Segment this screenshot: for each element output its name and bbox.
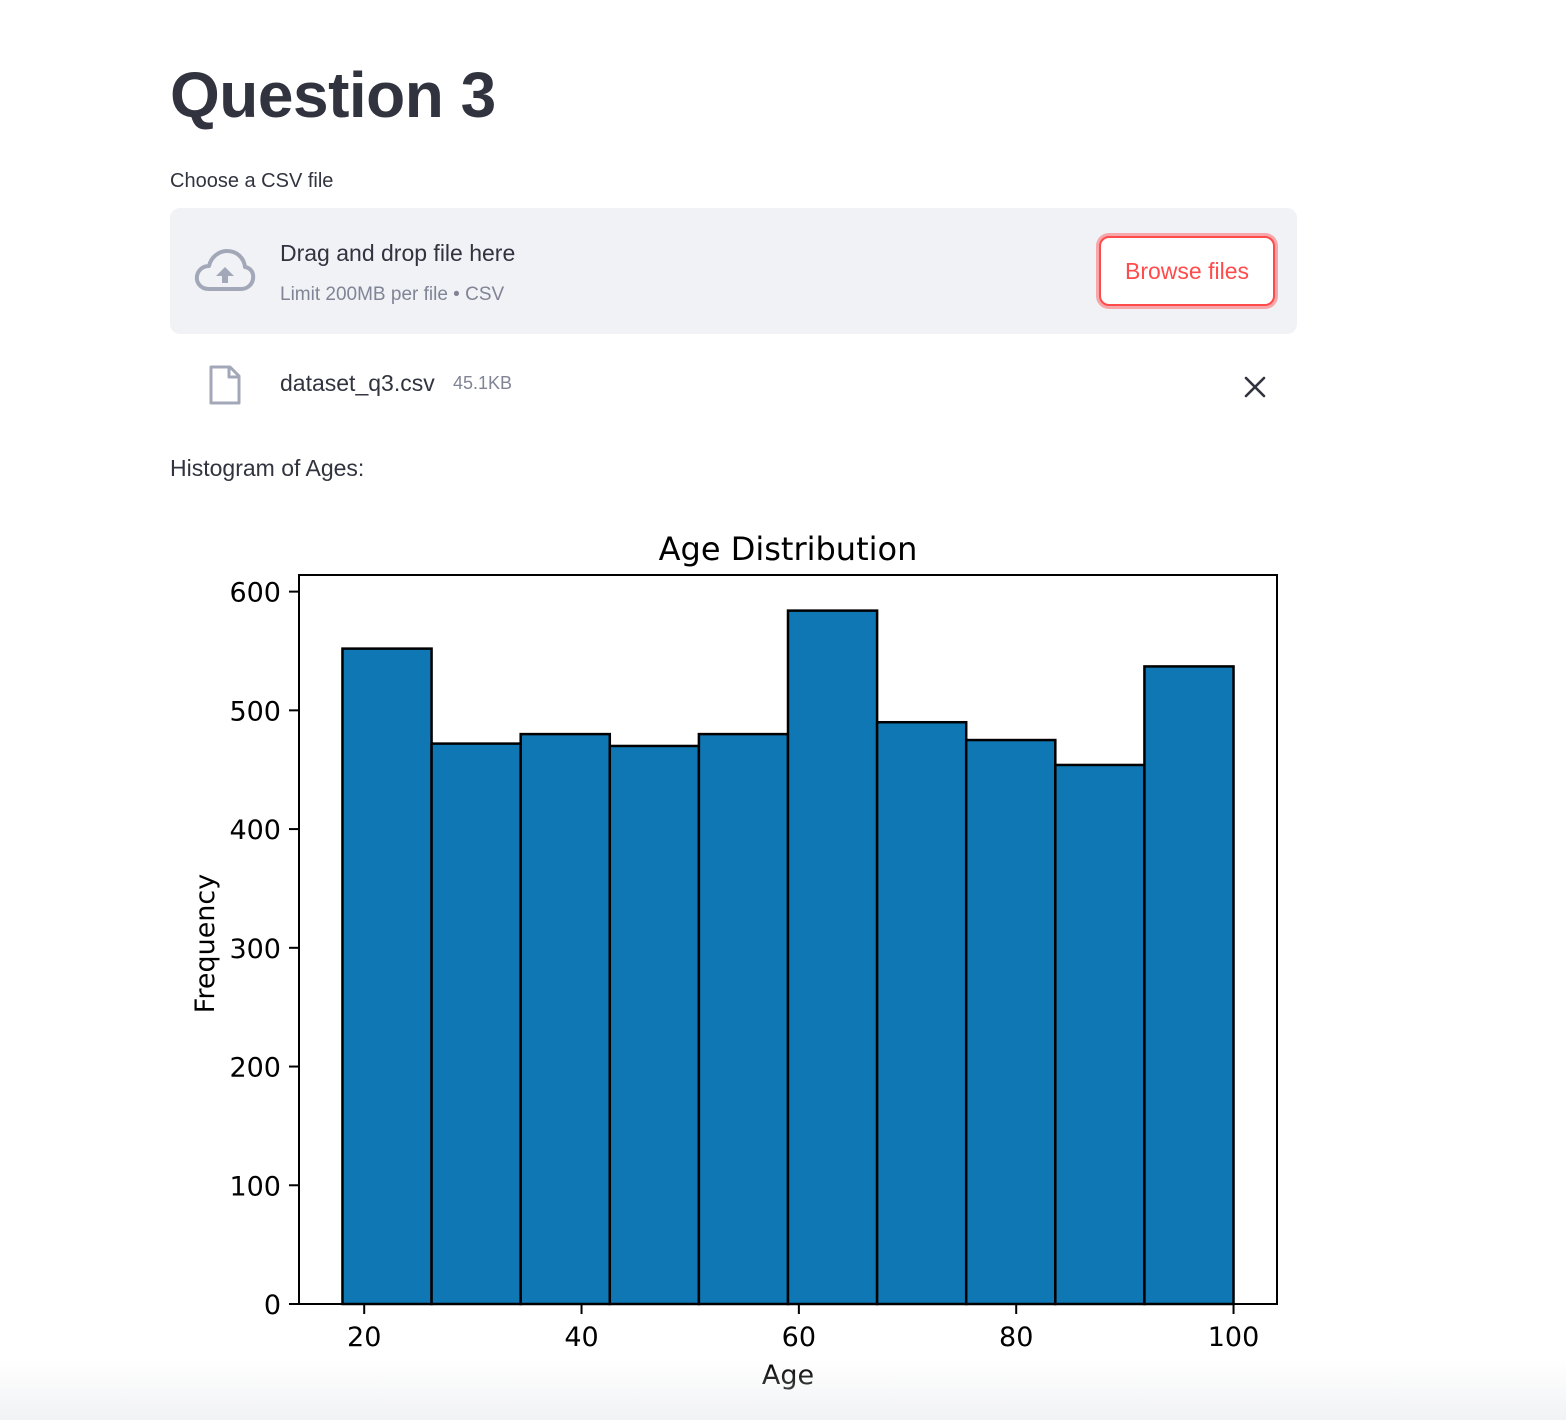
histogram-bar (786, 609, 879, 1306)
dropzone-limit-text: Limit 200MB per file • CSV (280, 284, 505, 305)
chart-title: Age Distribution (659, 530, 918, 568)
y-tick-label: 500 (229, 696, 281, 727)
x-axis-label: Age (762, 1360, 814, 1391)
x-tick-label: 20 (347, 1322, 381, 1353)
histogram-bar (697, 732, 790, 1306)
file-uploader-label: Choose a CSV file (170, 170, 334, 192)
dropzone-instructions: Drag and drop file here (280, 240, 516, 266)
histogram-bar (430, 742, 522, 1306)
y-tick-label: 100 (229, 1171, 281, 1202)
histogram-bar (875, 720, 968, 1306)
histogram-bar (341, 647, 433, 1306)
histogram-bar (519, 732, 612, 1306)
x-tick-label: 60 (782, 1322, 816, 1353)
uploaded-file-row: dataset_q3.csv 45.1KB (170, 350, 1297, 420)
uploaded-file-name: dataset_q3.csv (280, 370, 435, 396)
y-tick-label: 400 (229, 815, 281, 846)
file-dropzone[interactable]: Drag and drop file here Limit 200MB per … (170, 208, 1297, 334)
browse-files-button[interactable]: Browse files (1099, 236, 1275, 306)
histogram-bar (608, 744, 701, 1306)
y-tick-label: 300 (229, 934, 281, 965)
age-histogram-chart: Age Distribution 0 100 200 300 400 500 600 20 40 6… (190, 530, 1278, 1391)
remove-file-button[interactable] (1238, 370, 1272, 404)
histogram-bar (964, 738, 1057, 1306)
histogram-caption: Histogram of Ages: (170, 455, 365, 481)
cloud-upload-icon (194, 249, 256, 291)
y-axis-label: Frequency (190, 874, 221, 1014)
y-tick-label: 600 (229, 578, 281, 609)
page-title: Question 3 (170, 59, 496, 131)
histogram-bar (1143, 665, 1235, 1306)
x-tick-label: 40 (564, 1322, 598, 1353)
y-tick-label: 0 (264, 1290, 281, 1321)
histogram-bar (1054, 763, 1146, 1306)
x-tick-label: 80 (999, 1322, 1033, 1353)
close-icon (1244, 376, 1266, 398)
x-tick-label: 100 (1208, 1322, 1260, 1353)
file-icon (209, 365, 241, 405)
y-tick-label: 200 (229, 1053, 281, 1084)
uploaded-file-size: 45.1KB (453, 373, 513, 393)
